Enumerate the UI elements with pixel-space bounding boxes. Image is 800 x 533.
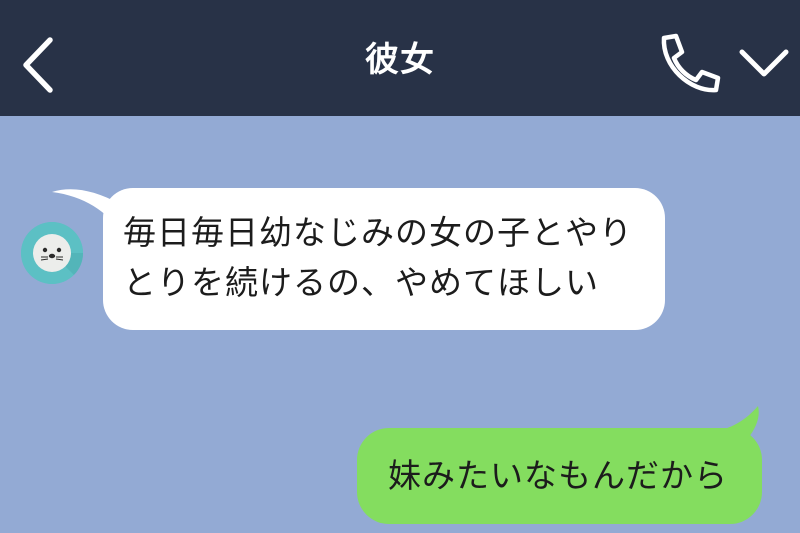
outgoing-message-bubble[interactable]: 妹みたいなもんだから bbox=[357, 428, 762, 524]
incoming-message-bubble[interactable]: 毎日毎日幼なじみの女の子とやり とりを続けるの、やめてほしい bbox=[103, 188, 665, 330]
chat-header: 彼女 bbox=[0, 0, 800, 116]
message-text-line: とりを続けるの、やめてほしい bbox=[123, 263, 599, 302]
message-text-line: 毎日毎日幼なじみの女の子とやり bbox=[123, 213, 633, 252]
chevron-down-icon bbox=[739, 49, 789, 77]
chat-screen: 彼女 毎日毎日幼なじみの女の子とやり とりを続けるの、やめてほしい 妹みたいなも… bbox=[0, 0, 800, 533]
menu-button[interactable] bbox=[734, 38, 794, 88]
message-text-line: 妹みたいなもんだから bbox=[388, 456, 728, 495]
phone-icon bbox=[661, 33, 721, 93]
call-button[interactable] bbox=[650, 28, 726, 98]
